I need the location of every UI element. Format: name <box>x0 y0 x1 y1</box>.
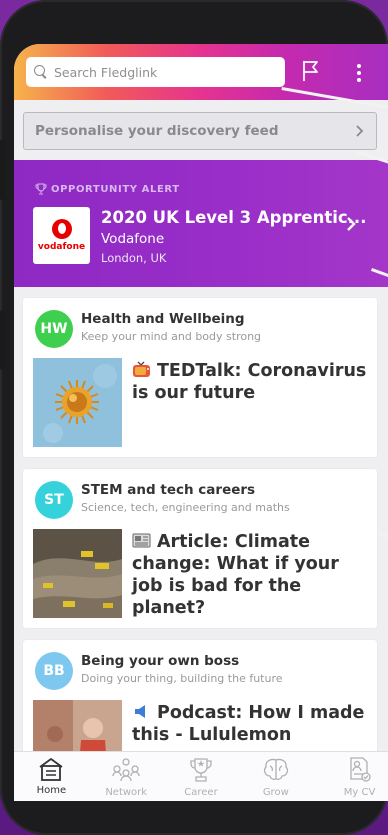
card-post-title[interactable]: TEDTalk: Coronavirus is our future <box>132 360 367 404</box>
vodafone-mark-icon <box>51 219 72 239</box>
quarry-thumbnail <box>33 529 122 618</box>
card-subtitle: Keep your mind and body strong <box>81 330 262 343</box>
tab-label: My CV <box>343 787 376 798</box>
brain-icon <box>263 758 288 780</box>
tab-label: Grow <box>262 787 289 798</box>
more-options-icon[interactable] <box>357 64 361 85</box>
card-title: Health and Wellbeing <box>81 311 245 327</box>
opportunity-title: 2020 UK Level 3 Apprentic... <box>101 208 367 227</box>
bottom-tab-bar: Home Network Career Grow My CV <box>14 751 388 801</box>
coronavirus-thumbnail <box>33 358 122 447</box>
phone-side-button <box>0 310 6 370</box>
card-subtitle: Doing your thing, building the future <box>81 672 283 685</box>
tab-grow[interactable]: Grow <box>238 752 313 801</box>
speaker-icon <box>135 705 145 718</box>
newspaper-icon <box>132 533 151 548</box>
opportunity-location: London, UK <box>101 251 167 265</box>
app-screen: Search Fledglink Personalise your discov… <box>14 44 388 801</box>
tab-label: Home <box>36 785 67 796</box>
avatar: BB <box>35 652 73 690</box>
search-input[interactable]: Search Fledglink <box>26 57 285 87</box>
opportunity-alert-label: OPPORTUNITY ALERT <box>51 183 180 195</box>
card-title: STEM and tech careers <box>81 482 256 498</box>
search-icon <box>34 65 48 79</box>
tab-label: Career <box>184 787 218 798</box>
feed-card-health[interactable]: HW Health and Wellbeing Keep your mind a… <box>23 298 377 457</box>
tab-network[interactable]: Network <box>89 752 164 801</box>
tab-home[interactable]: Home <box>14 752 89 801</box>
card-title: Being your own boss <box>81 653 240 669</box>
feed-card-stem[interactable]: ST STEM and tech careers Science, tech, … <box>23 469 377 628</box>
app-header: Search Fledglink <box>14 44 388 100</box>
network-icon <box>112 758 140 782</box>
opportunity-alert-tag: OPPORTUNITY ALERT <box>35 183 180 195</box>
avatar: HW <box>35 310 73 348</box>
avatar: ST <box>35 481 73 519</box>
trophy-icon <box>190 758 212 782</box>
post-title-text: TEDTalk: Coronavirus is our future <box>132 361 367 403</box>
tab-career[interactable]: Career <box>164 752 239 801</box>
tv-icon <box>133 361 150 377</box>
phone-frame: Search Fledglink Personalise your discov… <box>0 0 388 835</box>
card-post-title[interactable]: Article: Climate change: What if your jo… <box>132 531 367 619</box>
chevron-right-icon <box>347 217 356 231</box>
post-title-text: Podcast: How I made this - Lululemon <box>132 703 365 745</box>
flag-icon[interactable] <box>302 60 320 82</box>
home-icon <box>39 758 63 781</box>
card-post-title[interactable]: Podcast: How I made this - Lululemon <box>132 702 367 746</box>
opportunity-company: Vodafone <box>101 231 165 247</box>
search-placeholder: Search Fledglink <box>54 64 158 80</box>
card-subtitle: Science, tech, engineering and maths <box>81 501 290 514</box>
vodafone-logo-text: vodafone <box>37 242 86 252</box>
tab-label: Network <box>105 787 148 798</box>
chevron-right-icon <box>356 125 364 137</box>
phone-side-button <box>0 140 6 200</box>
vodafone-logo: vodafone <box>33 207 90 264</box>
cv-icon <box>349 757 371 782</box>
trophy-icon <box>35 183 47 195</box>
opportunity-alert-banner[interactable]: OPPORTUNITY ALERT vodafone 2020 UK Level… <box>14 160 388 287</box>
personalise-feed-label: Personalise your discovery feed <box>35 123 279 139</box>
personalise-feed-button[interactable]: Personalise your discovery feed <box>23 112 377 150</box>
tab-my-cv[interactable]: My CV <box>313 752 388 801</box>
post-title-text: Article: Climate change: What if your jo… <box>132 532 339 618</box>
